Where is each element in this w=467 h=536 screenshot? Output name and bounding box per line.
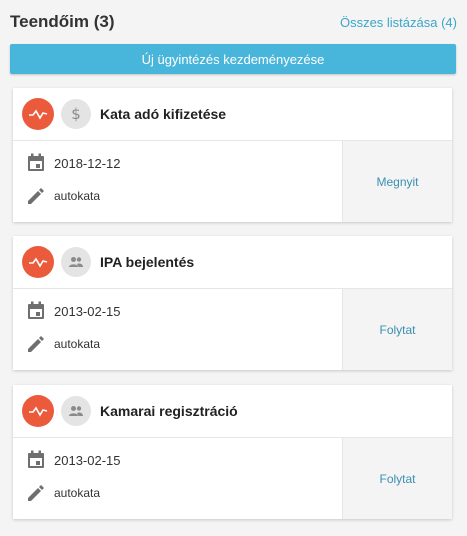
task-card: IPA bejelentés 2013-02-15 autokata Folyt… bbox=[13, 236, 452, 370]
task-card: Kamarai regisztráció 2013-02-15 autokata… bbox=[13, 385, 452, 519]
list-all-link[interactable]: Összes listázása (4) bbox=[340, 15, 457, 30]
activity-icon bbox=[22, 246, 54, 278]
card-owner: autokata bbox=[54, 486, 101, 500]
activity-icon bbox=[22, 395, 54, 427]
continue-button[interactable]: Folytat bbox=[342, 289, 452, 370]
pencil-icon bbox=[25, 185, 47, 207]
card-date: 2018-12-12 bbox=[54, 155, 121, 171]
header: Teendőim (3) Összes listázása (4) bbox=[10, 10, 457, 34]
calendar-icon bbox=[25, 152, 47, 174]
dollar-icon: $ bbox=[61, 99, 91, 129]
pencil-icon bbox=[25, 482, 47, 504]
card-owner: autokata bbox=[54, 337, 101, 351]
card-date: 2013-02-15 bbox=[54, 303, 121, 319]
card-header: $ Kata adó kifizetése bbox=[13, 88, 452, 141]
calendar-icon bbox=[25, 300, 47, 322]
card-header: IPA bejelentés bbox=[13, 236, 452, 289]
people-icon bbox=[61, 396, 91, 426]
card-header: Kamarai regisztráció bbox=[13, 385, 452, 438]
open-button[interactable]: Megnyit bbox=[342, 141, 452, 222]
card-title: IPA bejelentés bbox=[100, 254, 195, 270]
card-date: 2013-02-15 bbox=[54, 452, 121, 468]
card-title: Kata adó kifizetése bbox=[100, 106, 227, 122]
card-owner: autokata bbox=[54, 189, 101, 203]
people-icon bbox=[61, 247, 91, 277]
pencil-icon bbox=[25, 333, 47, 355]
page-title: Teendőim (3) bbox=[10, 12, 115, 31]
calendar-icon bbox=[25, 449, 47, 471]
continue-button[interactable]: Folytat bbox=[342, 438, 452, 519]
task-card: $ Kata adó kifizetése 2018-12-12 autokat… bbox=[13, 88, 452, 222]
card-title: Kamarai regisztráció bbox=[100, 403, 238, 419]
activity-icon bbox=[22, 98, 54, 130]
new-case-button[interactable]: Új ügyintézés kezdeményezése bbox=[10, 44, 456, 74]
